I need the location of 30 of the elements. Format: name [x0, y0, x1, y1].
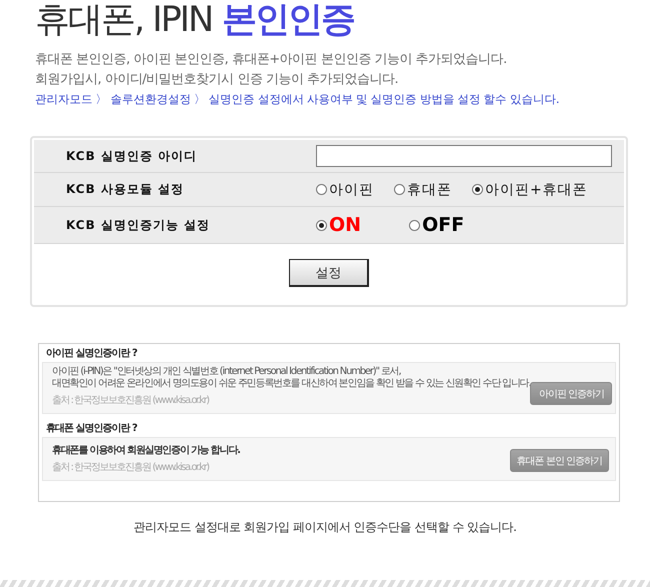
- radio-button[interactable]: [316, 184, 327, 195]
- option-label: 아이핀: [329, 180, 374, 198]
- verify-button[interactable]: 아이핀 인증하기: [530, 382, 612, 405]
- settings-path-text: 관리자모드 〉 솔루션환경설정 〉 실명인증 설정에서 사용여부 및 실명인증 방법을 설정 할수 있습니다.: [35, 92, 560, 107]
- description-text: 휴대폰를 이용하여 회원실명인증이 가능 합니다.: [52, 445, 240, 457]
- setting-label: KCB 실명인증기능 설정: [66, 216, 212, 234]
- source-text: 출처 : 한국정보보호진흥원 (www.kisa.or.kr): [52, 395, 210, 407]
- radio-button[interactable]: [394, 184, 405, 195]
- source-text: 출처 : 한국정보보호진흥원 (www.kisa.or.kr): [52, 462, 210, 474]
- option-label: 아이핀+휴대폰: [485, 180, 588, 198]
- description-text: 회원가입시, 아이디/비밀번호찾기시 인증 기능이 추가되었습니다.: [35, 71, 400, 89]
- verify-button[interactable]: 휴대폰 본인 인증하기: [510, 449, 609, 472]
- description-text: 휴대폰 본인인증, 아이핀 본인인증, 휴대폰+아이핀 본인인증 기능이 추가되었습니다.: [35, 51, 508, 69]
- page-title: 휴대폰, IPIN: [35, 0, 212, 40]
- option-label: 휴대폰: [407, 180, 452, 198]
- option-label: ON: [329, 214, 362, 236]
- id-input-field[interactable]: [316, 145, 612, 167]
- description-text: 아이핀 (i-PIN)은 "인터넷상의 개인 식별번호 (internet Personal Identification Number)" 로서,: [52, 366, 402, 378]
- section-title: 아이핀 실명인증이란 ?: [46, 347, 138, 360]
- setting-label: KCB 실명인증 아이디: [66, 148, 198, 164]
- section-title: 휴대폰 실명인증이란 ?: [46, 422, 138, 435]
- setting-label: KCB 사용모듈 설정: [66, 181, 186, 198]
- page-title-highlight: 본인인증: [222, 0, 354, 40]
- option-label: OFF: [422, 214, 464, 236]
- save-button[interactable]: 설정: [289, 259, 369, 287]
- caption-text: 관리자모드 설정대로 회원가입 페이지에서 인증수단을 선택할 수 있습니다.: [132, 519, 518, 536]
- radio-button[interactable]: [409, 220, 420, 230]
- radio-button[interactable]: [472, 184, 483, 195]
- radio-button[interactable]: [316, 220, 327, 230]
- description-text: 대면확인이 어려운 온라인에서 명의도용이 쉬운 주민등록번호를 대신하여 본인임을 확인 받을 수 있는 신원확인 수단 입니다.: [52, 378, 530, 390]
